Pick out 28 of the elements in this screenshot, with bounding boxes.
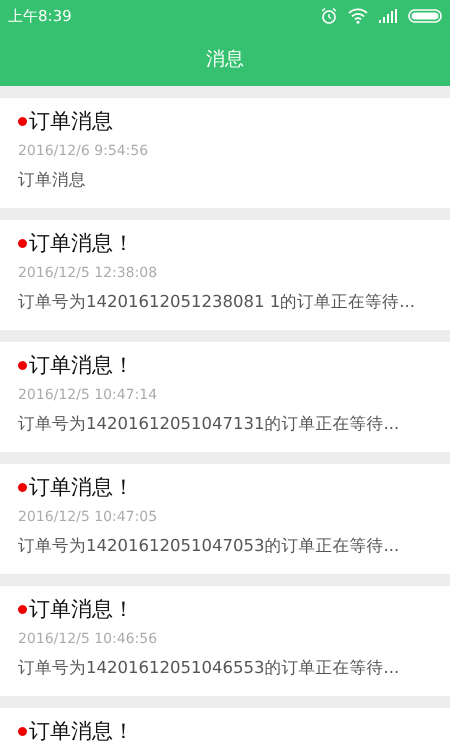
message-preview: 订单号为14201612051047053的订单正在等待... bbox=[18, 535, 400, 557]
message-card[interactable]: 订单消息！ bbox=[0, 708, 450, 750]
message-title: 订单消息！ bbox=[29, 352, 134, 379]
page-title: 消息 bbox=[206, 47, 244, 72]
message-time: 2016/12/5 10:47:05 bbox=[18, 508, 158, 526]
message-card[interactable]: 订单消息！ 2016/12/5 10:46:56 订单号为14201612051046553的订单正在等待... bbox=[0, 586, 450, 696]
message-time: 2016/12/5 10:46:56 bbox=[18, 630, 158, 648]
message-title: 订单消息！ bbox=[29, 718, 134, 745]
message-preview: 订单号为14201612051046553的订单正在等待... bbox=[18, 657, 400, 679]
wifi-icon bbox=[348, 8, 368, 24]
message-time: 2016/12/6 9:54:56 bbox=[18, 142, 150, 160]
message-title: 订单消息！ bbox=[29, 230, 134, 257]
battery-icon bbox=[408, 9, 442, 23]
alarm-icon bbox=[320, 7, 338, 25]
message-preview: 订单消息 bbox=[18, 169, 87, 191]
message-card[interactable]: 订单消息！ 2016/12/5 12:38:08 订单号为14201612051238081 1的订单正在等待... bbox=[0, 220, 450, 330]
message-card[interactable]: 订单消息 2016/12/6 9:54:56 订单消息 bbox=[0, 98, 450, 208]
message-card[interactable]: 订单消息！ 2016/12/5 10:47:05 订单号为14201612051047053的订单正在等待... bbox=[0, 464, 450, 574]
signal-icon bbox=[378, 9, 398, 23]
message-title: 订单消息！ bbox=[29, 596, 134, 623]
message-preview: 订单号为14201612051047131的订单正在等待... bbox=[18, 413, 400, 435]
message-title: 订单消息 bbox=[29, 108, 113, 135]
message-title: 订单消息！ bbox=[29, 474, 134, 501]
message-card[interactable]: 订单消息！ 2016/12/5 10:47:14 订单号为14201612051047131的订单正在等待... bbox=[0, 342, 450, 452]
message-time: 2016/12/5 12:38:08 bbox=[18, 264, 158, 282]
message-preview: 订单号为14201612051238081 1的订单正在等待... bbox=[18, 291, 416, 313]
message-time: 2016/12/5 10:47:14 bbox=[18, 386, 158, 404]
status-time: 上午8:39 bbox=[8, 6, 72, 26]
